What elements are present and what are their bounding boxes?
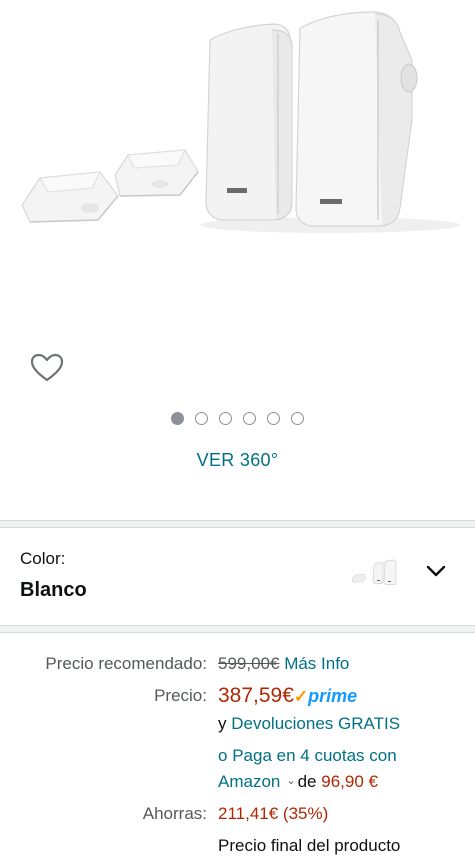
small-chevron-icon[interactable]: ⌄ bbox=[286, 774, 295, 787]
carousel-dot[interactable] bbox=[195, 412, 208, 425]
carousel-dots bbox=[0, 412, 475, 430]
prime-check-icon: ✓ bbox=[293, 687, 309, 706]
section-divider bbox=[0, 520, 475, 528]
view-360-link[interactable]: VER 360° bbox=[0, 450, 475, 471]
list-price: 599,00€ bbox=[218, 654, 280, 673]
heart-icon[interactable] bbox=[30, 352, 64, 384]
bracket-left bbox=[21, 171, 119, 223]
bracket-right bbox=[114, 149, 199, 197]
list-price-label: Precio recomendado: bbox=[45, 654, 207, 673]
product-image[interactable] bbox=[0, 0, 475, 340]
price-value: 387,59€ bbox=[218, 684, 294, 707]
installments-link-amazon[interactable]: Amazon bbox=[218, 772, 280, 791]
returns-row: y Devoluciones GRATIS bbox=[0, 714, 475, 740]
product-gallery: VER 360° bbox=[0, 0, 475, 520]
color-thumbnail bbox=[351, 559, 397, 586]
final-price-row: Precio final del producto bbox=[0, 836, 475, 862]
installments-row-2: Amazon ⌄ de 96,90 € bbox=[0, 772, 475, 798]
installments-link[interactable]: Paga en 4 cuotas con bbox=[232, 746, 396, 765]
carousel-dot[interactable] bbox=[243, 412, 256, 425]
carousel-dot[interactable] bbox=[291, 412, 304, 425]
speaker-right bbox=[295, 11, 418, 227]
installments-prefix: o bbox=[218, 746, 228, 765]
carousel-dot[interactable] bbox=[267, 412, 280, 425]
list-price-row: Precio recomendado: 599,00€ Más Info bbox=[0, 654, 475, 680]
returns-prefix: y bbox=[218, 714, 227, 733]
savings-row: Ahorras: 211,41€ (35%) bbox=[0, 804, 475, 830]
prime-badge[interactable]: prime bbox=[308, 686, 357, 706]
installments-row-1: o Paga en 4 cuotas con bbox=[0, 746, 475, 772]
price-row: Precio: 387,59€✓prime bbox=[0, 684, 475, 712]
final-price-note: Precio final del producto bbox=[218, 836, 401, 855]
color-label: Color: bbox=[20, 549, 66, 568]
price-label: Precio: bbox=[154, 686, 207, 705]
color-selector[interactable]: Color: Blanco bbox=[0, 533, 475, 625]
section-divider bbox=[0, 625, 475, 633]
carousel-dot[interactable] bbox=[219, 412, 232, 425]
installments-de: de bbox=[297, 772, 317, 791]
speaker-left bbox=[205, 23, 293, 221]
free-returns-link[interactable]: Devoluciones GRATIS bbox=[231, 714, 400, 733]
savings-value: 211,41€ (35%) bbox=[218, 804, 329, 823]
installment-amount: 96,90 € bbox=[321, 772, 378, 791]
color-value: Blanco bbox=[20, 579, 87, 601]
more-info-link[interactable]: Más Info bbox=[284, 654, 349, 673]
savings-label: Ahorras: bbox=[142, 804, 207, 823]
chevron-down-icon[interactable] bbox=[424, 559, 448, 583]
carousel-dot[interactable] bbox=[171, 412, 184, 425]
